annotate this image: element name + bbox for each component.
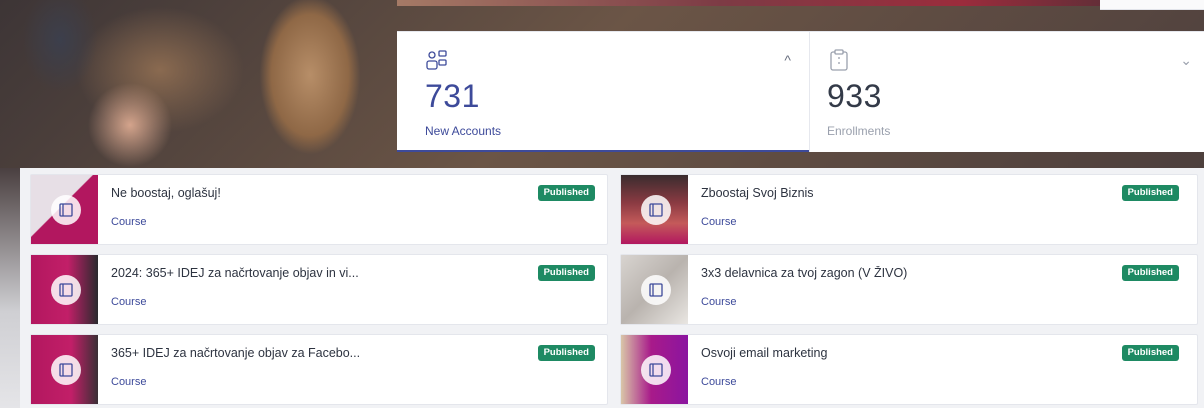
expand-chevron-icon[interactable]: ⌄	[1180, 52, 1192, 69]
course-type: Course	[111, 296, 147, 308]
course-type: Course	[701, 376, 737, 388]
course-card[interactable]: 365+ IDEJ za načrtovanje objav za Facebo…	[30, 334, 608, 405]
stat-new-accounts[interactable]: 731 New Accounts ^	[397, 32, 809, 152]
status-badge: Published	[537, 185, 595, 201]
course-type: Course	[701, 216, 737, 228]
course-thumbnail	[621, 255, 688, 324]
course-title[interactable]: Ne boostaj, oglašuj!	[111, 186, 221, 200]
status-badge: Published	[537, 265, 595, 281]
status-badge: Published	[1121, 185, 1179, 201]
course-thumbnail	[31, 335, 98, 404]
status-badge: Published	[1121, 345, 1179, 361]
course-thumbnail	[31, 175, 98, 244]
course-card[interactable]: 2024: 365+ IDEJ za načrtovanje objav in …	[30, 254, 608, 325]
course-placeholder-icon	[641, 275, 671, 305]
course-placeholder-icon	[641, 355, 671, 385]
course-card[interactable]: Ne boostaj, oglašuj! Course Published	[30, 174, 608, 245]
course-card[interactable]: 3x3 delavnica za tvoj zagon (V ŽIVO) Cou…	[620, 254, 1198, 325]
course-title[interactable]: 3x3 delavnica za tvoj zagon (V ŽIVO)	[701, 266, 907, 280]
course-card[interactable]: Osvoji email marketing Course Published	[620, 334, 1198, 405]
top-card-edge	[1100, 0, 1204, 10]
status-badge: Published	[1121, 265, 1179, 281]
collapse-chevron-icon[interactable]: ^	[784, 52, 791, 68]
course-type: Course	[111, 376, 147, 388]
stat-enrollments[interactable]: 933 Enrollments ⌄	[809, 32, 1204, 152]
course-placeholder-icon	[51, 195, 81, 225]
course-title[interactable]: Zboostaj Svoj Biznis	[701, 186, 814, 200]
new-accounts-value: 731	[425, 78, 480, 114]
course-placeholder-icon	[51, 275, 81, 305]
banner-image-strip	[397, 0, 1204, 6]
course-type: Course	[701, 296, 737, 308]
new-accounts-label: New Accounts	[425, 124, 502, 138]
course-type: Course	[111, 216, 147, 228]
course-placeholder-icon	[641, 195, 671, 225]
course-card[interactable]: Zboostaj Svoj Biznis Course Published	[620, 174, 1198, 245]
status-badge: Published	[537, 345, 595, 361]
enrollments-label: Enrollments	[827, 124, 891, 138]
course-thumbnail	[31, 255, 98, 324]
course-thumbnail	[621, 175, 688, 244]
course-title[interactable]: 365+ IDEJ za načrtovanje objav za Facebo…	[111, 346, 360, 360]
clipboard-icon	[830, 49, 848, 71]
stats-card: 731 New Accounts ^ 933 Enrollments ⌄	[397, 31, 1204, 152]
course-title[interactable]: 2024: 365+ IDEJ za načrtovanje objav in …	[111, 266, 359, 280]
course-placeholder-icon	[51, 355, 81, 385]
background-photo-edge	[0, 168, 20, 408]
user-accounts-icon	[426, 50, 447, 70]
course-title[interactable]: Osvoji email marketing	[701, 346, 827, 360]
course-list-panel: Ne boostaj, oglašuj! Course Published Zb…	[20, 168, 1204, 408]
enrollments-value: 933	[827, 78, 882, 114]
course-thumbnail	[621, 335, 688, 404]
